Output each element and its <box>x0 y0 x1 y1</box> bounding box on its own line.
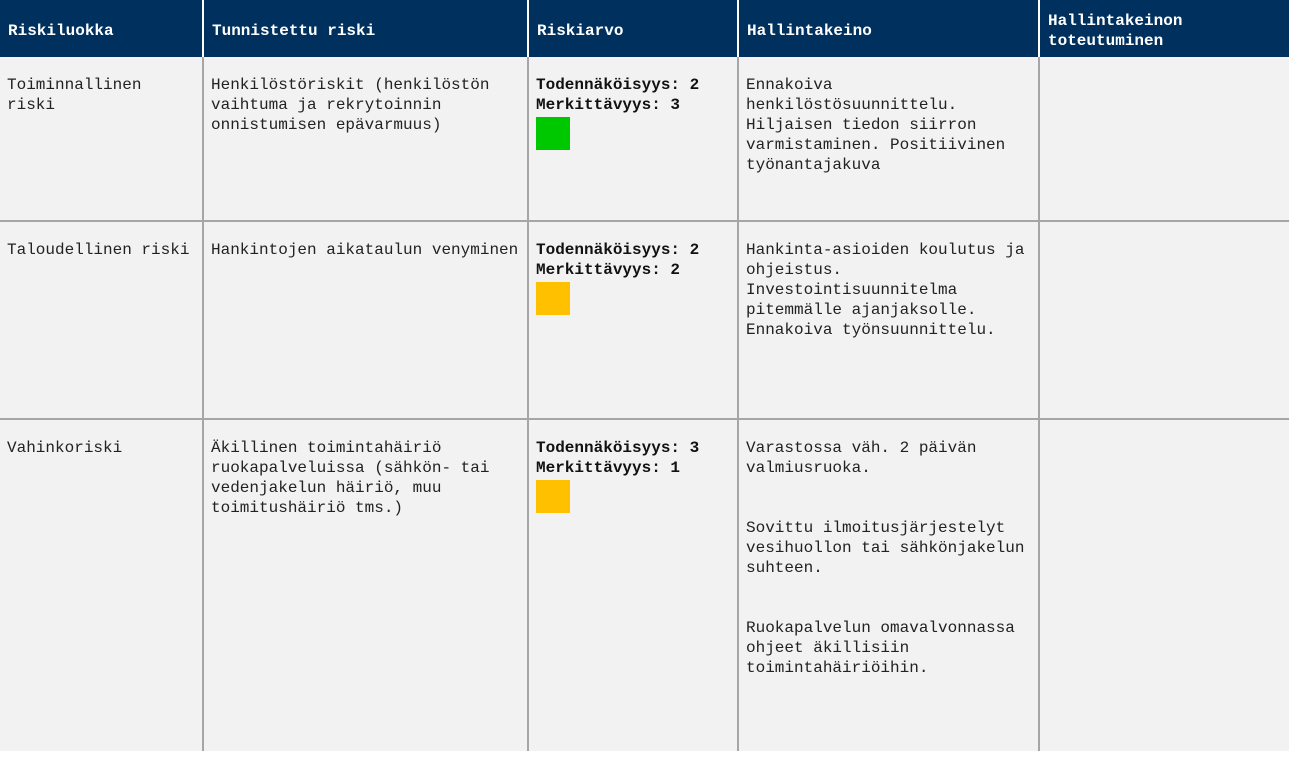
cell-tunnistettu-riski: Henkilöstöriskit (henkilöstön vaihtuma j… <box>203 57 529 222</box>
risk-level-indicator <box>536 480 570 513</box>
probability-value: Todennäköisyys: 2 <box>536 241 700 259</box>
cell-toteutuminen <box>1039 419 1289 751</box>
cell-riskiarvo: Todennäköisyys: 2 Merkittävyys: 3 <box>528 57 739 222</box>
table-row: Vahinkoriski Äkillinen toimintahäiriö ru… <box>0 419 1289 751</box>
header-riskiluokka: Riskiluokka <box>0 0 204 57</box>
cell-riskiarvo: Todennäköisyys: 2 Merkittävyys: 2 <box>528 221 739 420</box>
cell-hallintakeino: Ennakoiva henkilöstösuunnittelu. Hiljais… <box>738 57 1040 222</box>
risk-level-indicator <box>536 117 570 150</box>
risk-table: Riskiluokka Tunnistettu riski Riskiarvo … <box>0 0 1289 751</box>
cell-tunnistettu-riski: Hankintojen aikataulun venyminen <box>203 221 529 420</box>
header-tunnistettu-riski: Tunnistettu riski <box>203 0 529 57</box>
measure-text: Ruokapalvelun omavalvonnassa ohjeet äkil… <box>746 619 1015 677</box>
measure-text: Ennakoiva henkilöstösuunnittelu. Hiljais… <box>746 76 1006 174</box>
significance-value: Merkittävyys: 1 <box>536 459 681 477</box>
measure-text: Hankinta-asioiden koulutus ja ohjeistus.… <box>746 241 1025 339</box>
table-header: Riskiluokka Tunnistettu riski Riskiarvo … <box>0 0 1289 57</box>
cell-tunnistettu-riski: Äkillinen toimintahäiriö ruokapalveluiss… <box>203 419 529 751</box>
cell-riskiluokka: Toiminnallinen riski <box>0 57 204 222</box>
probability-value: Todennäköisyys: 2 <box>536 76 700 94</box>
probability-value: Todennäköisyys: 3 <box>536 439 700 457</box>
table-row: Toiminnallinen riski Henkilöstöriskit (h… <box>0 57 1289 222</box>
significance-value: Merkittävyys: 2 <box>536 261 681 279</box>
header-hallintakeino: Hallintakeino <box>738 0 1040 57</box>
table-body: Toiminnallinen riski Henkilöstöriskit (h… <box>0 57 1289 751</box>
cell-riskiluokka: Taloudellinen riski <box>0 221 204 420</box>
significance-value: Merkittävyys: 3 <box>536 96 681 114</box>
measure-text: Sovittu ilmoitusjärjestelyt vesihuollon … <box>746 519 1025 577</box>
header-toteutuminen: Hallintakeinon toteutuminen <box>1039 0 1289 57</box>
header-row: Riskiluokka Tunnistettu riski Riskiarvo … <box>0 0 1289 57</box>
cell-hallintakeino: Varastossa väh. 2 päivän valmiusruoka. S… <box>738 419 1040 751</box>
measure-text: Varastossa väh. 2 päivän valmiusruoka. <box>746 439 977 477</box>
cell-riskiluokka: Vahinkoriski <box>0 419 204 751</box>
cell-riskiarvo: Todennäköisyys: 3 Merkittävyys: 1 <box>528 419 739 751</box>
cell-toteutuminen <box>1039 57 1289 222</box>
cell-hallintakeino: Hankinta-asioiden koulutus ja ohjeistus.… <box>738 221 1040 420</box>
header-riskiarvo: Riskiarvo <box>528 0 739 57</box>
risk-level-indicator <box>536 282 570 315</box>
cell-toteutuminen <box>1039 221 1289 420</box>
table-row: Taloudellinen riski Hankintojen aikataul… <box>0 221 1289 420</box>
